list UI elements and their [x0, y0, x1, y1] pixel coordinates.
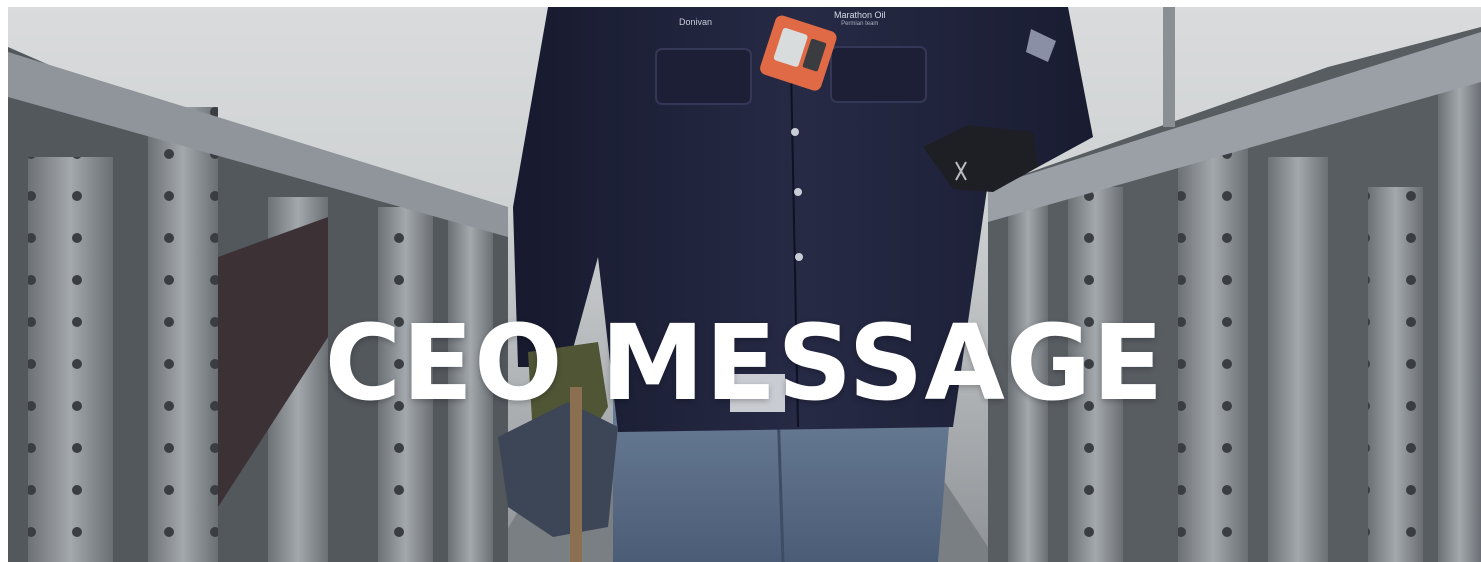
shirt-brand-logo: Marathon Oil Permian team [834, 11, 886, 29]
brand-logo-subtext: Permian team [841, 21, 879, 27]
page-title: CEO MESSAGE [324, 301, 1165, 424]
brand-logo-text: Marathon Oil [834, 10, 886, 20]
hero-banner: Donivan Marathon Oil Permian team CEO ME… [8, 7, 1481, 562]
shirt-name-tag: Donivan [679, 17, 713, 27]
hero-photo [8, 7, 1481, 562]
